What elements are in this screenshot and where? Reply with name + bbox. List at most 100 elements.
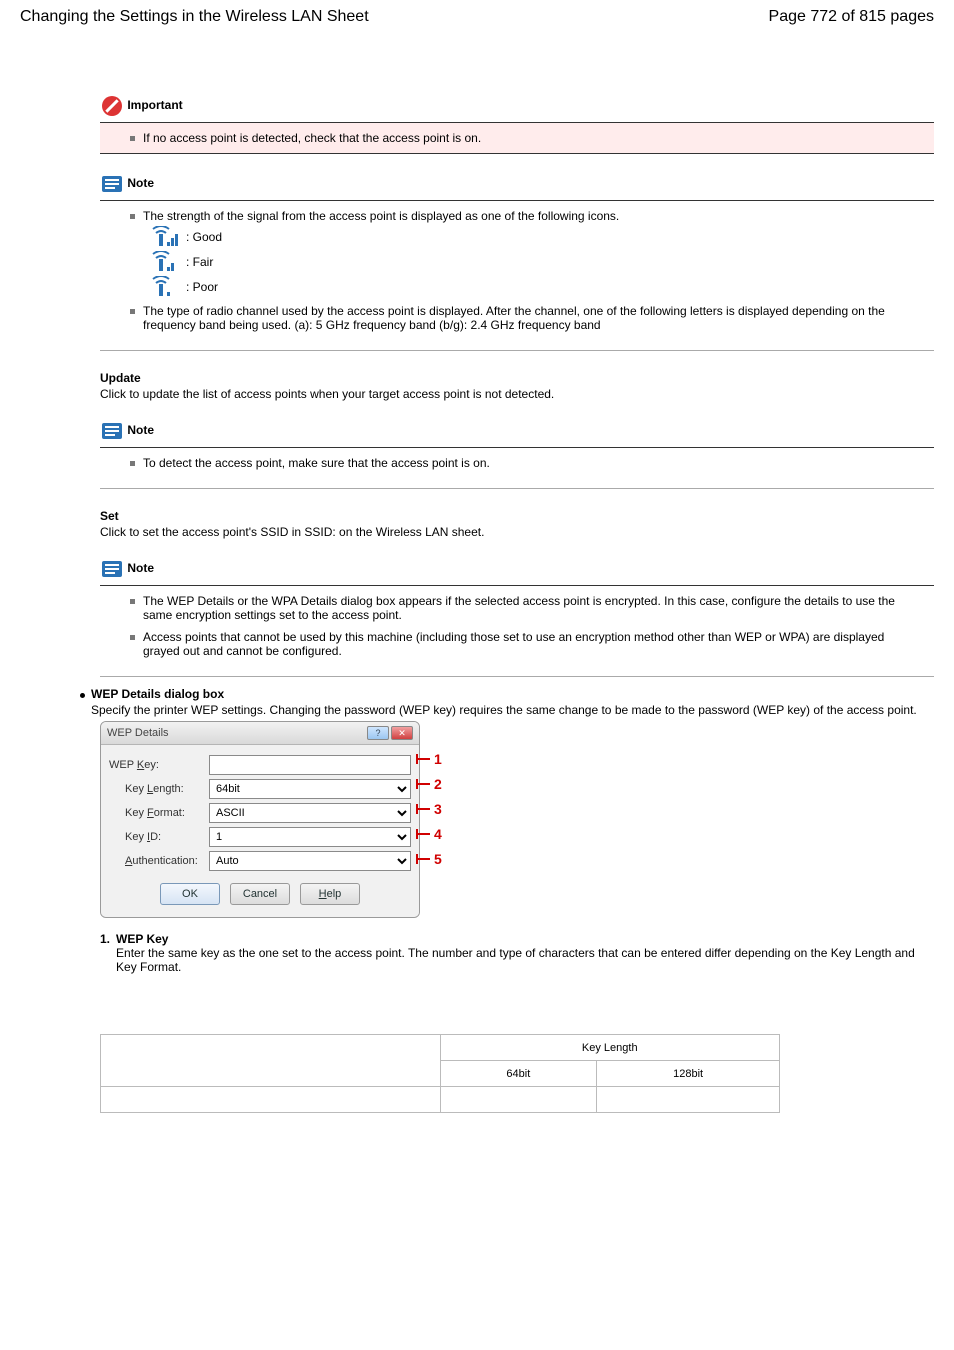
note1-strength-text: The strength of the signal from the acce… — [143, 209, 619, 223]
note-icon — [100, 172, 124, 196]
note-icon — [100, 419, 124, 443]
callout-2: 2 — [418, 776, 442, 792]
table-header-64: 64bit — [440, 1061, 597, 1087]
key-table: Key Length 64bit 128bit — [100, 1034, 780, 1113]
note1-channel-text: The type of radio channel used by the ac… — [143, 304, 924, 332]
note2-item: To detect the access point, make sure th… — [130, 456, 924, 470]
ok-button[interactable]: OK — [160, 883, 220, 905]
set-label: Set — [100, 509, 934, 523]
keylength-row: Key Length: 64bit — [125, 779, 411, 799]
note2-body: To detect the access point, make sure th… — [100, 448, 934, 478]
window-help-button[interactable]: ? — [367, 726, 389, 740]
wep-dialog-body: WEP Key: Key Length: 64bit Key Format: A… — [101, 745, 419, 917]
keyformat-label: Key Format: — [125, 807, 203, 819]
note1-channel-row: The type of radio channel used by the ac… — [130, 304, 924, 332]
callout-5: 5 — [418, 851, 442, 867]
auth-label: Authentication: — [125, 855, 203, 867]
signal-fair-label: : Fair — [186, 255, 213, 269]
divider — [100, 488, 934, 489]
signal-poor-icon — [150, 276, 178, 298]
wepkey-row: WEP Key: — [109, 755, 411, 775]
item-1-desc: Enter the same key as the one set to the… — [116, 946, 934, 974]
prohibit-icon — [100, 94, 124, 118]
signal-poor-label: : Poor — [186, 280, 218, 294]
bullet-icon — [130, 635, 135, 640]
note-icon — [100, 557, 124, 581]
wep-dialog-buttons: OK Cancel Help — [109, 875, 411, 909]
callout-1: 1 — [418, 751, 442, 767]
bullet-dot-icon — [80, 693, 85, 698]
callout-tick-icon — [418, 833, 430, 835]
table-header-keylength: Key Length — [440, 1035, 780, 1061]
callout-3: 3 — [418, 801, 442, 817]
callout-tick-icon — [418, 758, 430, 760]
window-close-button[interactable]: ✕ — [391, 726, 413, 740]
note3-item-1: The WEP Details or the WPA Details dialo… — [130, 594, 924, 622]
note1-body: The strength of the signal from the acce… — [100, 201, 934, 340]
note1-header: Note — [100, 172, 934, 196]
table-row: Key Length — [101, 1035, 780, 1061]
wep-dialog-title: WEP Details — [107, 727, 169, 739]
note3-header: Note — [100, 557, 934, 581]
callout-tick-icon — [418, 808, 430, 810]
keylength-select[interactable]: 64bit — [209, 779, 411, 799]
bullet-icon — [130, 214, 135, 219]
important-label: Important — [127, 98, 182, 112]
update-desc: Click to update the list of access point… — [100, 387, 934, 401]
item-1-label: WEP Key — [116, 932, 934, 946]
important-text: If no access point is detected, check th… — [143, 131, 481, 145]
item-1: 1. WEP Key Enter the same key as the one… — [100, 932, 934, 974]
auth-row: Authentication: Auto — [125, 851, 411, 871]
wepkey-label: WEP Key: — [109, 759, 203, 771]
callout-4: 4 — [418, 826, 442, 842]
wep-dialog: WEP Details ? ✕ WEP Key: Key Length: 64b… — [100, 721, 420, 918]
wep-heading-row: WEP Details dialog box Specify the print… — [80, 687, 934, 717]
signal-fair-icon — [150, 251, 178, 273]
note3-text-2: Access points that cannot be used by thi… — [143, 630, 924, 658]
keyformat-row: Key Format: ASCII — [125, 803, 411, 823]
signal-poor-row: : Poor — [150, 276, 924, 298]
signal-good-label: : Good — [186, 230, 222, 244]
keyid-row: Key ID: 1 — [125, 827, 411, 847]
window-controls: ? ✕ — [367, 726, 413, 740]
note3-text-1: The WEP Details or the WPA Details dialo… — [143, 594, 924, 622]
divider — [100, 350, 934, 351]
signal-fair-row: : Fair — [150, 251, 924, 273]
keyformat-select[interactable]: ASCII — [209, 803, 411, 823]
page-title-left: Changing the Settings in the Wireless LA… — [20, 8, 369, 26]
wep-dialog-wrap: WEP Details ? ✕ WEP Key: Key Length: 64b… — [100, 721, 934, 918]
wep-intro: Specify the printer WEP settings. Changi… — [91, 703, 917, 717]
set-block: Set Click to set the access point's SSID… — [100, 509, 934, 539]
bullet-icon — [130, 136, 135, 141]
bullet-icon — [130, 461, 135, 466]
note3-body: The WEP Details or the WPA Details dialo… — [100, 586, 934, 666]
callout-tick-icon — [418, 783, 430, 785]
table-header-128: 128bit — [597, 1061, 780, 1087]
keyid-select[interactable]: 1 — [209, 827, 411, 847]
signal-good-icon — [150, 226, 178, 248]
note3-label: Note — [127, 561, 154, 575]
note2-text: To detect the access point, make sure th… — [143, 456, 490, 470]
bullet-icon — [130, 599, 135, 604]
wepkey-input[interactable] — [209, 755, 411, 775]
important-item: If no access point is detected, check th… — [130, 131, 924, 145]
signal-good-row: : Good — [150, 226, 924, 248]
note1-label: Note — [127, 176, 154, 190]
note3-item-2: Access points that cannot be used by thi… — [130, 630, 924, 658]
important-body: If no access point is detected, check th… — [100, 122, 934, 154]
auth-select[interactable]: Auto — [209, 851, 411, 871]
callout-tick-icon — [418, 858, 430, 860]
item-1-num: 1. — [100, 932, 110, 974]
table-row — [101, 1087, 780, 1113]
keyid-label: Key ID: — [125, 831, 203, 843]
keylength-label: Key Length: — [125, 783, 203, 795]
note2-label: Note — [127, 423, 154, 437]
wep-dialog-titlebar: WEP Details ? ✕ — [101, 722, 419, 745]
help-button[interactable]: Help — [300, 883, 360, 905]
note2-header: Note — [100, 419, 934, 443]
divider — [100, 676, 934, 677]
bullet-icon — [130, 309, 135, 314]
note1-strength-row: The strength of the signal from the acce… — [130, 209, 924, 223]
cancel-button[interactable]: Cancel — [230, 883, 290, 905]
update-block: Update Click to update the list of acces… — [100, 371, 934, 401]
